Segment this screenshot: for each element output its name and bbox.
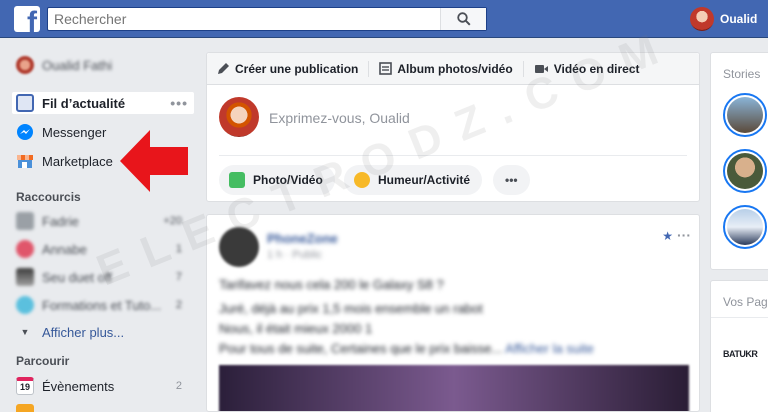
photo-icon	[229, 172, 245, 188]
shortcut-icon	[16, 296, 34, 314]
button-label: Humeur/Activité	[378, 173, 471, 187]
sidebar-item-label: Fadrie	[42, 213, 79, 229]
tab-create-post[interactable]: Créer une publication	[217, 62, 358, 76]
sidebar-shortcut[interactable]: Formations et Tuto... 2	[16, 294, 192, 316]
explore-item-icon	[16, 404, 34, 412]
top-user-name: Oualid	[720, 12, 758, 26]
composer-input[interactable]: Exprimez-vous, Oualid	[269, 110, 410, 126]
stories-heading: Stories	[723, 67, 761, 81]
post-text-line: Juré, déjà au prix 1,5 mois ensemble un …	[219, 301, 483, 316]
top-bar: f Oualid	[0, 0, 768, 38]
search-icon	[457, 12, 471, 26]
divider	[711, 317, 768, 318]
post-text-line: Tarifavez nous cela 200 le Galaxy S8 ?	[219, 277, 444, 292]
story-avatar[interactable]	[723, 149, 767, 193]
sidebar-shortcut[interactable]: Annabe 1	[16, 238, 192, 260]
post-text-line: Nous, il était mieux 2000 1	[219, 321, 373, 336]
pages-heading: Vos Pages	[723, 295, 768, 309]
avatar	[690, 7, 714, 31]
story-image	[727, 97, 763, 133]
sidebar-item-label: Évènements	[42, 378, 115, 394]
story-avatar[interactable]	[723, 205, 767, 249]
photo-video-button[interactable]: Photo/Vidéo	[219, 165, 335, 195]
album-icon	[379, 62, 393, 75]
button-label: Photo/Vidéo	[253, 173, 323, 187]
sidebar-item-label: Annabe	[42, 241, 87, 257]
shortcut-icon	[16, 212, 34, 230]
tab-live-video[interactable]: Vidéo en direct	[534, 62, 640, 76]
sidebar-item-events[interactable]: 19 Évènements 2	[16, 375, 192, 397]
pencil-icon	[218, 63, 229, 74]
facebook-logo[interactable]: f	[14, 6, 40, 32]
post-media[interactable]	[219, 365, 689, 411]
top-profile-link[interactable]: Oualid	[690, 6, 757, 32]
red-arrow-annotation	[120, 130, 188, 192]
search-bar[interactable]	[47, 7, 487, 31]
your-pages-panel: Vos Pages BATUKR	[710, 280, 768, 412]
calendar-icon: 19	[16, 377, 34, 395]
more-options-icon[interactable]: ···	[677, 227, 691, 243]
notification-count: 2	[175, 380, 182, 392]
explore-heading: Parcourir	[16, 354, 70, 368]
story-image	[727, 209, 763, 245]
notification-count: 1	[175, 243, 182, 255]
feed-post: PhoneZone 1 h · Public ★ ··· Tarifavez n…	[206, 214, 700, 412]
post-composer: Créer une publication Album photos/vidéo…	[206, 52, 700, 202]
sidebar-shortcut[interactable]: Seu duet off 7	[16, 266, 192, 288]
more-options-icon[interactable]: •••	[170, 95, 188, 111]
tab-divider	[522, 60, 524, 77]
notification-count: +20	[163, 215, 182, 227]
search-input[interactable]	[48, 8, 443, 30]
tab-label: Album photos/vidéo	[397, 61, 513, 76]
video-camera-icon	[534, 64, 548, 73]
sidebar-profile-name: Oualid Fathi	[42, 57, 113, 73]
search-button[interactable]	[440, 8, 486, 30]
tab-label: Vidéo en direct	[553, 61, 640, 76]
chevron-down-icon: ▼	[20, 327, 30, 337]
see-more-label: Afficher plus...	[42, 324, 125, 340]
sidebar-shortcut[interactable]: Fadrie +20	[16, 210, 192, 232]
tab-label: Créer une publication	[235, 61, 359, 76]
notification-count: 2	[175, 299, 182, 311]
messenger-icon	[17, 124, 33, 140]
notification-count: 7	[175, 271, 182, 283]
see-more-link[interactable]: ▼ Afficher plus...	[16, 321, 192, 343]
avatar	[219, 97, 259, 137]
tab-divider	[368, 60, 370, 77]
more-options-icon: •••	[505, 173, 518, 187]
facebook-logo-letter: f	[27, 6, 37, 33]
page-logo[interactable]: BATUKR	[723, 349, 758, 359]
smiley-icon	[354, 172, 370, 188]
story-image	[727, 153, 763, 189]
stories-panel: Stories	[710, 52, 768, 270]
sidebar-item-label: Fil d’actualité	[42, 95, 126, 111]
divider	[219, 155, 687, 156]
sidebar-item-partial[interactable]	[16, 402, 192, 412]
shortcut-icon	[16, 268, 34, 286]
more-actions-button[interactable]: •••	[493, 165, 530, 195]
sidebar-item-label: Seu duet off	[42, 269, 112, 285]
sidebar-item-label: Messenger	[42, 124, 107, 140]
avatar	[16, 56, 34, 74]
marketplace-icon	[17, 155, 33, 168]
tab-photo-album[interactable]: Album photos/vidéo	[379, 61, 513, 76]
heart-icon	[16, 240, 34, 258]
feeling-activity-button[interactable]: Humeur/Activité	[344, 165, 483, 195]
sidebar-item-news-feed[interactable]: Fil d’actualité •••	[12, 92, 194, 114]
avatar[interactable]	[219, 227, 259, 267]
post-meta: 1 h · Public	[267, 249, 323, 261]
story-avatar[interactable]	[723, 93, 767, 137]
post-text-line-content: Pour tous de suite, Certaines que le pri…	[219, 341, 503, 356]
post-text-line: Pour tous de suite, Certaines que le pri…	[219, 341, 594, 356]
shortcuts-heading: Raccourcis	[16, 190, 81, 204]
sidebar-item-label: Formations et Tuto...	[42, 297, 162, 313]
composer-tabs: Créer une publication Album photos/vidéo…	[207, 53, 699, 85]
left-sidebar: Oualid Fathi Fil d’actualité ••• Messeng…	[0, 38, 200, 412]
star-icon[interactable]: ★	[662, 229, 673, 243]
see-more-link[interactable]: Afficher la suite	[505, 341, 594, 356]
sidebar-item-label: Marketplace	[42, 153, 113, 169]
news-feed-icon	[16, 94, 34, 112]
sidebar-profile[interactable]: Oualid Fathi	[16, 54, 192, 76]
post-author[interactable]: PhoneZone	[267, 231, 338, 246]
